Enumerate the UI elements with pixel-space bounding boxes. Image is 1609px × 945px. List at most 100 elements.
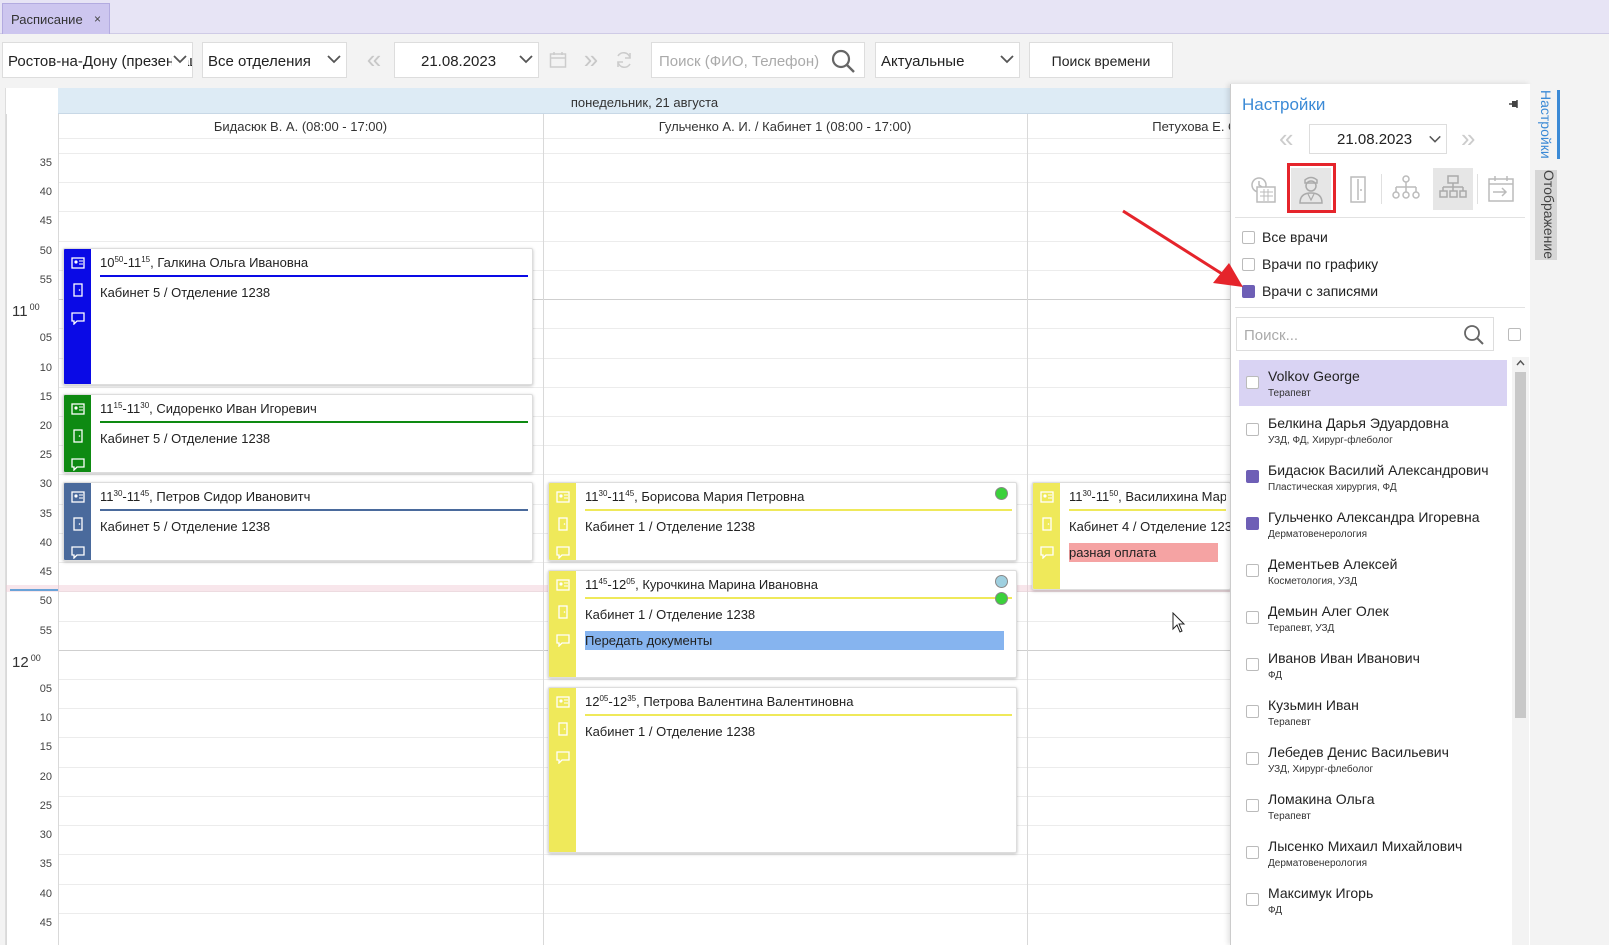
filter-label[interactable]: Врачи с записями [1262,283,1378,299]
scrollbar[interactable] [1512,357,1529,945]
branch-select[interactable]: Ростов-на-Дону (презентация) [2,42,193,78]
doctor-list-item[interactable]: Бидасюк Василий Александрович Пластическ… [1239,454,1507,500]
tab-bar: Расписание × [0,0,1609,34]
time-label: 40 [39,888,52,900]
doctor-checkbox[interactable] [1246,799,1259,812]
doctor-checkbox[interactable] [1246,564,1259,577]
find-time-button[interactable]: Поиск времени [1029,42,1173,78]
doctor-specialty: Дерматовенерология [1268,529,1368,540]
grid-line [58,387,1230,388]
status-select[interactable]: Актуальные [875,42,1020,78]
appointment-strip [549,688,576,852]
doctor-list-item[interactable]: Гульченко Александра Игоревна Дерматовен… [1239,501,1507,547]
doctor-name: Volkov George [1268,368,1360,384]
calendar-export-icon[interactable] [1481,168,1521,210]
appointment-room: Кабинет 5 / Отделение 1238 [100,519,271,534]
grid-line [58,241,1230,242]
doctor-list-item[interactable]: Кузьмин Иван Терапевт [1239,689,1507,735]
chevron-down-icon [519,55,533,64]
doctor-list-item[interactable]: Лысенко Михаил Михайлович Дерматовенерол… [1239,830,1507,876]
doctor-list-item[interactable]: Демьин Алег Олек Терапевт, УЗД [1239,595,1507,641]
doctor-checkbox[interactable] [1246,658,1259,671]
side-tab-settings[interactable]: Настройки [1538,90,1560,159]
doctor-list-item[interactable]: Иванов Иван Иванович ФД [1239,642,1507,688]
next-period-icon[interactable]: » [577,46,605,74]
settings-date-value: 21.08.2023 [1337,131,1413,148]
patient-search-placeholder: Поиск (ФИО, Телефон) [659,53,820,70]
appointment-strip [549,571,576,677]
scroll-up-icon[interactable] [1516,359,1525,367]
appointment-card[interactable]: 1050-1115, Галкина Ольга Ивановна Кабине… [63,248,533,385]
search-icon[interactable] [830,48,856,74]
appointment-note: разная оплата [1069,543,1218,562]
date-picker[interactable]: 21.08.2023 [394,42,539,78]
doctor-list-item[interactable]: Дементьев Алексей Косметология, УЗД [1239,548,1507,594]
doctor-list-item[interactable]: Volkov George Терапевт [1239,360,1507,406]
doctor-specialty: Терапевт, УЗД [1268,623,1335,634]
prev-date-icon[interactable]: « [1279,125,1293,151]
doctor-checkbox[interactable] [1246,423,1259,436]
appointment-room: Кабинет 5 / Отделение 1238 [100,431,271,446]
structure-icon[interactable] [1433,168,1473,210]
time-label: 55 [39,274,52,286]
grid-line [58,913,1230,914]
org-tree-icon[interactable] [1386,168,1426,210]
doctor-checkbox[interactable] [1246,705,1259,718]
appointment-title: 1130-1145, Петров Сидор Ивановитч [100,489,528,511]
doctor-checkbox[interactable] [1246,893,1259,906]
time-label: 20 [39,771,52,783]
prev-period-icon[interactable]: « [360,46,388,74]
calendar-icon[interactable] [549,51,567,69]
appointment-card[interactable]: 1130-1150, Василихина Мария Кабинет 4 / … [1032,482,1230,590]
doctor-checkbox[interactable] [1246,517,1259,530]
refresh-icon[interactable] [614,50,634,70]
door-icon[interactable] [1338,168,1378,210]
doctor-checkbox[interactable] [1246,611,1259,624]
filter-label[interactable]: Все врачи [1262,229,1328,245]
status-select-value: Актуальные [881,53,965,70]
doctor-list-item[interactable]: Лебедев Денис Васильевич УЗД, Хирург-фле… [1239,736,1507,782]
doctor-name: Гульченко Александра Игоревна [1268,509,1480,525]
patient-name: Сидоренко Иван Игоревич [156,401,317,416]
side-tab-display[interactable]: Отображение [1535,170,1557,260]
pin-icon[interactable] [1509,100,1519,108]
clock-calendar-icon[interactable] [1243,168,1283,210]
select-all-checkbox[interactable] [1508,328,1521,341]
appointment-card[interactable]: 1130-1145, Петров Сидор Ивановитч Кабине… [63,482,533,561]
department-select[interactable]: Все отделения [202,42,347,78]
doctor-list-item[interactable]: Максимук Игорь ФД [1239,877,1507,923]
scrollbar-thumb[interactable] [1515,372,1526,718]
appointment-card[interactable]: 1115-1130, Сидоренко Иван Игоревич Кабин… [63,394,533,473]
filter-label[interactable]: Врачи по графику [1262,256,1378,272]
close-icon[interactable]: × [94,12,101,26]
doctor-name: Кузьмин Иван [1268,697,1359,713]
doctor-checkbox[interactable] [1246,470,1259,483]
doctor-name: Бидасюк Василий Александрович [1268,462,1489,478]
doctor-checkbox[interactable] [1246,376,1259,389]
search-icon[interactable] [1463,324,1485,346]
doctor-checkbox[interactable] [1246,846,1259,859]
tab-schedule[interactable]: Расписание × [2,3,110,34]
appointment-strip [1033,483,1060,589]
time-label: 45 [39,215,52,227]
doctor-specialty: Терапевт [1268,388,1311,399]
patient-name: Василихина Мария [1125,489,1226,504]
next-date-icon[interactable]: » [1461,125,1475,151]
doctor-list-item[interactable]: Ломакина Ольга Терапевт [1239,783,1507,829]
doctor-name: Лебедев Денис Васильевич [1268,744,1449,760]
appointment-card[interactable]: 1145-1205, Курочкина Марина Ивановна Каб… [548,570,1017,678]
appointment-card[interactable]: 1205-1235, Петрова Валентина Валентиновн… [548,687,1017,853]
time-label: 45 [39,917,52,929]
settings-date-picker[interactable]: 21.08.2023 [1309,124,1447,154]
chevron-down-icon [172,51,188,67]
patient-search-input[interactable]: Поиск (ФИО, Телефон) [651,42,865,78]
doctor-list-item[interactable]: Белкина Дарья Эдуардовна УЗД, ФД, Хирург… [1239,407,1507,453]
appointment-card[interactable]: 1130-1145, Борисова Мария Петровна Кабин… [548,482,1017,561]
doctor-checkbox[interactable] [1246,752,1259,765]
doctor-search-input[interactable]: Поиск... [1236,317,1494,351]
appointment-strip [64,483,91,560]
chevron-down-icon [327,55,341,64]
doctor-specialty: УЗД, ФД, Хирург-флеболог [1268,435,1393,446]
appointment-title: 1130-1145, Борисова Мария Петровна [585,489,1012,511]
current-time-marker [10,589,58,591]
